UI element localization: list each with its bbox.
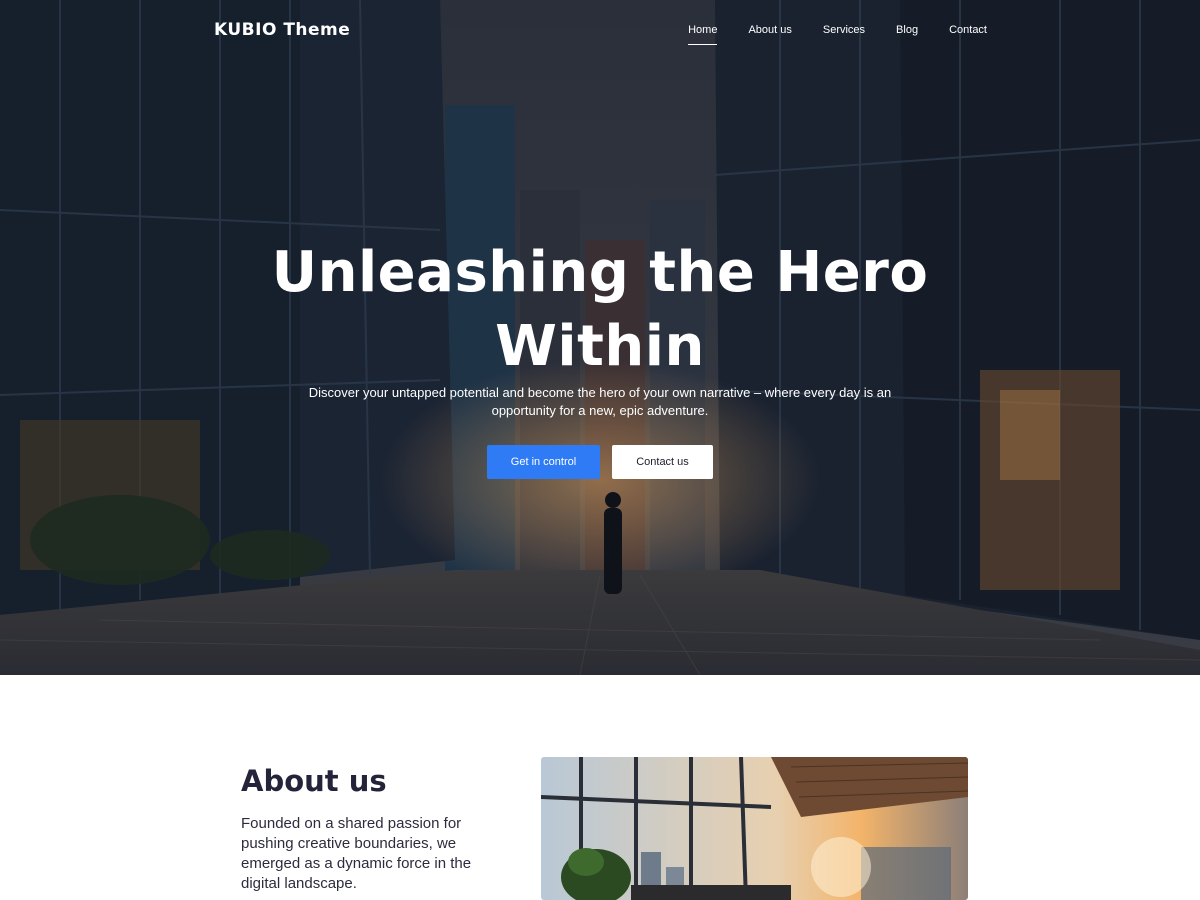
contact-us-button[interactable]: Contact us <box>612 445 713 479</box>
nav-item-about-us[interactable]: About us <box>748 24 791 42</box>
nav-item-services[interactable]: Services <box>823 24 865 42</box>
site-logo[interactable]: KUBIO Theme <box>214 20 350 40</box>
about-office-image <box>541 757 968 900</box>
nav-item-contact[interactable]: Contact <box>949 24 987 42</box>
hero-subtitle: Discover your untapped potential and bec… <box>308 385 892 418</box>
nav-item-home[interactable]: Home <box>688 24 718 45</box>
hero-section: KUBIO Theme Home About us Services Blog … <box>0 0 1200 675</box>
main-nav: Home About us Services Blog Contact <box>688 24 987 45</box>
about-title: About us <box>241 764 387 798</box>
get-in-control-button[interactable]: Get in control <box>487 445 600 479</box>
hero-title: Unleashing the Hero Within <box>271 240 929 379</box>
about-text: Founded on a shared passion for pushing … <box>241 815 472 892</box>
nav-item-blog[interactable]: Blog <box>896 24 918 42</box>
office-illustration <box>541 757 968 900</box>
